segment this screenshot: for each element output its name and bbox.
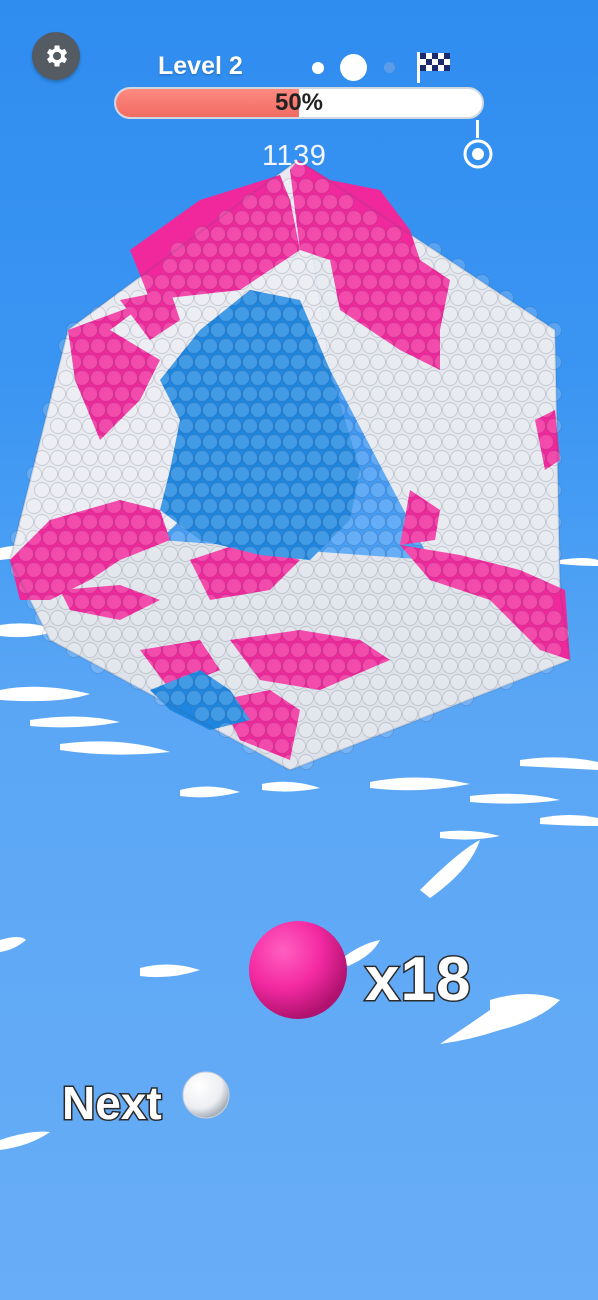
ball-count-label: x18 [363,944,472,1016]
next-ball-label: Next [61,1076,164,1131]
level-label: Level 2 [158,52,243,80]
level-progress-bar: 50% [114,87,484,119]
gear-icon [47,45,68,67]
settings-button[interactable] [32,32,80,80]
score-counter: 1139 [262,140,327,172]
checkered-flag-icon [417,52,450,83]
stage-dot-completed [312,62,324,74]
target-icon [463,139,493,169]
stage-dot-upcoming [384,62,395,73]
voxel-cube [8,158,572,772]
progress-label: 50% [274,89,324,116]
goal-marker [476,120,479,138]
next-ball [182,1071,230,1119]
stage-dot-current [340,54,367,81]
current-ball[interactable] [249,921,347,1019]
